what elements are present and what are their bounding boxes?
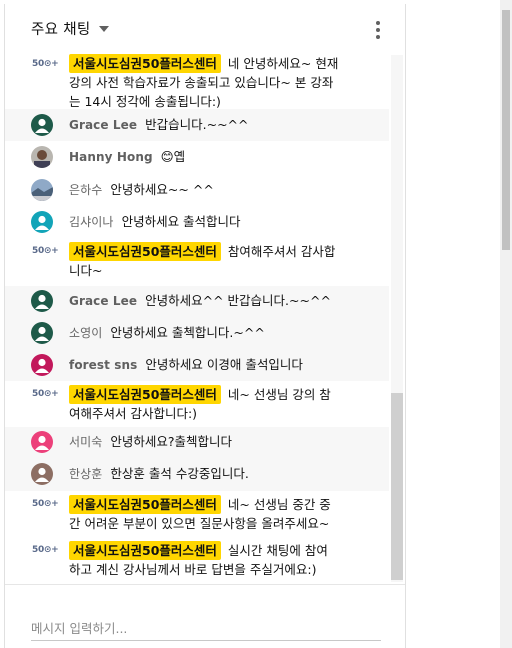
- avatar[interactable]: [31, 146, 53, 168]
- channel-badge-icon: 50⊙+: [32, 545, 59, 555]
- owner-author-chip[interactable]: 서울시도심권50플러스센터: [69, 385, 221, 404]
- message-text: 여해주셔서 감사합니다:): [69, 406, 198, 421]
- message-text: 😊옙: [160, 149, 186, 164]
- outer-page-area: [406, 0, 512, 648]
- message-text: 안녕하세요~~ ^^: [110, 182, 214, 197]
- live-chat-panel: 주요 채팅 50⊙+ 서울시도심권50플러스센터 네 안녕하세요~ 현재 강의 사…: [4, 4, 406, 648]
- message-input[interactable]: [31, 619, 381, 641]
- person-icon: [31, 290, 53, 312]
- message-text: 하고 계신 강사님께서 바로 답변을 주실거에요:): [69, 562, 317, 577]
- message-input-area: [5, 584, 405, 648]
- avatar[interactable]: [31, 290, 53, 312]
- author-name[interactable]: 김샤이나: [69, 215, 114, 229]
- more-vert-icon[interactable]: [375, 21, 381, 39]
- message-text: 실시간 채팅에 참여: [227, 543, 328, 558]
- author-name[interactable]: Grace Lee: [69, 294, 137, 308]
- chat-header: 주요 채팅: [5, 4, 405, 53]
- chat-message: Hanny Hong 😊옙: [5, 141, 389, 174]
- message-text: 강의 사전 학습자료가 송출되고 있습니다~ 본 강좌: [69, 75, 334, 90]
- owner-author-chip[interactable]: 서울시도심권50플러스센터: [69, 495, 221, 514]
- chevron-down-icon[interactable]: [99, 26, 110, 32]
- author-name[interactable]: forest sns: [69, 358, 137, 372]
- photo-avatar-icon: [31, 146, 53, 168]
- owner-author-chip[interactable]: 서울시도심권50플러스센터: [69, 541, 221, 560]
- chat-message: 서미숙 안녕하세요?출첵합니다: [5, 427, 389, 459]
- avatar[interactable]: [31, 211, 53, 233]
- chat-message-owner: 50⊙+ 서울시도심권50플러스센터 실시간 채팅에 참여 하고 계신 강사님께서…: [5, 537, 389, 584]
- chat-message: Grace Lee 반갑습니다.~~^^: [5, 109, 389, 141]
- chat-message-list[interactable]: 50⊙+ 서울시도심권50플러스센터 네 안녕하세요~ 현재 강의 사전 학습자료…: [5, 53, 405, 584]
- chat-message: 김샤이나 안녕하세요 출석합니다: [5, 206, 389, 238]
- avatar[interactable]: [31, 322, 53, 344]
- author-name[interactable]: 소영이: [69, 326, 102, 340]
- chat-scrollbar-thumb[interactable]: [391, 393, 403, 580]
- avatar[interactable]: [31, 114, 53, 136]
- message-text: 안녕하세요 이경애 출석입니다: [145, 357, 303, 372]
- message-text: 네~ 선생님 강의 참: [227, 387, 331, 402]
- author-name[interactable]: 한상훈: [69, 467, 102, 481]
- chat-message: 한상훈 한상훈 출석 수강중입니다.: [5, 459, 389, 491]
- author-name[interactable]: 서미숙: [69, 435, 102, 449]
- message-text: 간 어려운 부분이 있으면 질문사항을 올려주세요~: [69, 516, 330, 531]
- message-text: 니다~: [69, 263, 103, 278]
- avatar[interactable]: [31, 354, 53, 376]
- channel-badge-icon: 50⊙+: [32, 246, 59, 256]
- message-text: 안녕하세요 출석합니다: [121, 214, 241, 229]
- message-text: 참여해주셔서 감사합: [227, 244, 336, 259]
- message-text: 한상훈 출석 수강중입니다.: [110, 466, 249, 481]
- owner-author-chip[interactable]: 서울시도심권50플러스센터: [69, 242, 221, 261]
- author-name[interactable]: Hanny Hong: [69, 150, 153, 164]
- chat-message-owner: 50⊙+ 서울시도심권50플러스센터 네 안녕하세요~ 현재 강의 사전 학습자료…: [5, 53, 389, 109]
- message-text: 네~ 선생님 중간 중: [227, 497, 331, 512]
- person-icon: [31, 463, 53, 485]
- author-name[interactable]: Grace Lee: [69, 118, 137, 132]
- message-text: 반갑습니다.~~^^: [145, 117, 249, 132]
- page-scrollbar-thumb[interactable]: [502, 10, 510, 250]
- avatar[interactable]: [31, 179, 53, 201]
- channel-badge-icon: 50⊙+: [32, 499, 59, 509]
- person-icon: [31, 211, 53, 233]
- message-text: 네 안녕하세요~ 현재: [227, 56, 339, 71]
- author-name[interactable]: 은하수: [69, 183, 102, 197]
- avatar[interactable]: [31, 463, 53, 485]
- channel-badge-icon: 50⊙+: [32, 59, 59, 69]
- person-icon: [31, 431, 53, 453]
- chat-message: forest sns 안녕하세요 이경애 출석입니다: [5, 350, 389, 381]
- channel-badge-icon: 50⊙+: [32, 389, 59, 399]
- chat-message: 은하수 안녕하세요~~ ^^: [5, 174, 389, 206]
- chat-message: 소영이 안녕하세요 출첵합니다.~^^: [5, 318, 389, 350]
- message-text: 안녕하세요^^ 반갑습니다.~~^^: [145, 293, 331, 308]
- chat-message: Grace Lee 안녕하세요^^ 반갑습니다.~~^^: [5, 286, 389, 318]
- landscape-avatar-icon: [31, 179, 53, 201]
- person-icon: [31, 322, 53, 344]
- person-icon: [31, 354, 53, 376]
- chat-message-owner: 50⊙+ 서울시도심권50플러스센터 네~ 선생님 중간 중 간 어려운 부분이 …: [5, 491, 389, 537]
- message-text: 안녕하세요 출첵합니다.~^^: [110, 325, 265, 340]
- chat-message-owner: 50⊙+ 서울시도심권50플러스센터 네~ 선생님 강의 참 여해주셔서 감사합니…: [5, 381, 389, 427]
- avatar[interactable]: [31, 431, 53, 453]
- chat-message-owner: 50⊙+ 서울시도심권50플러스센터 참여해주셔서 감사합 니다~: [5, 238, 389, 286]
- owner-author-chip[interactable]: 서울시도심권50플러스센터: [69, 54, 221, 73]
- message-text: 안녕하세요?출첵합니다: [110, 434, 233, 449]
- message-text: 는 14시 정각에 송출됩니다:): [69, 94, 221, 109]
- chat-mode-title[interactable]: 주요 채팅: [31, 18, 90, 39]
- person-icon: [31, 114, 53, 136]
